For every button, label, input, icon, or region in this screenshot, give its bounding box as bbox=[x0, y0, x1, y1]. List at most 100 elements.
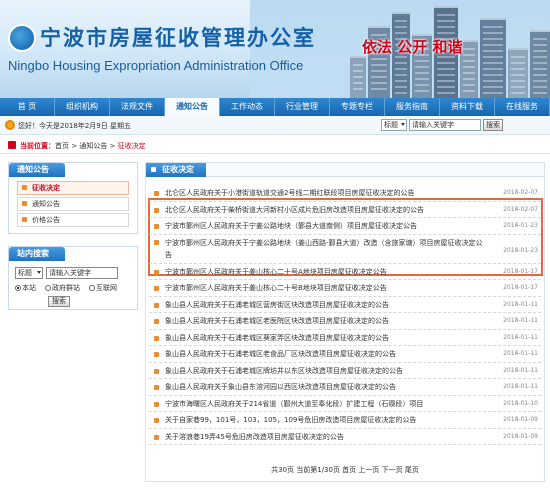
search-input[interactable]: 请输入关键字 bbox=[409, 119, 481, 131]
list-item[interactable]: 象山县人民政府关于石浦老城区营房街区块改造项目房屋征收决定的公告 2018-01-… bbox=[149, 297, 541, 313]
notice-date: 2018-01-11 bbox=[503, 350, 538, 357]
list-item[interactable]: 象山县人民政府关于石浦老城区老食品厂区块改造项目房屋征收决定的公告 2018-01… bbox=[149, 346, 541, 363]
notice-title-link[interactable]: 象山县人民政府关于石浦老城区老食品厂区块改造项目房屋征收决定的公告 bbox=[165, 346, 485, 362]
radio-this-site[interactable]: 本站 bbox=[15, 283, 36, 293]
notice-title-link[interactable]: 宁波市鄞州区人民政府关于宁姜公路地块（鄞县大道南侧）项目房屋征收决定公告 bbox=[165, 218, 485, 234]
notice-date: 2018-01-09 bbox=[503, 416, 538, 423]
radio-dot bbox=[45, 285, 51, 291]
breadcrumb-path[interactable]: 首页 > 通知公告 > bbox=[55, 142, 118, 150]
sidebar-item-price-notices[interactable]: 价格公告 bbox=[17, 213, 129, 227]
notice-title-link[interactable]: 宁波市鄞州区人民政府关于姜山核心二十号B地块项目房屋征收决定公告 bbox=[165, 280, 485, 296]
nav-organization[interactable]: 组织机构 bbox=[55, 98, 110, 116]
bullet-icon bbox=[154, 418, 159, 423]
sidebar-site-search: 站内搜索 标题 请输入关键字 本站 政府群站 互联网 搜索 bbox=[8, 246, 138, 310]
list-item[interactable]: 象山县人民政府关于象山县东溶河园以西区块改造项目房屋征收决定的公告 2018-01… bbox=[149, 379, 541, 396]
notice-date: 2018-01-10 bbox=[503, 399, 538, 407]
sidebar-item-expropriation-decision[interactable]: 征收决定 bbox=[17, 181, 129, 195]
pagination[interactable]: 共30页 当前第1/30页 首页 上一页 下一页 尾页 bbox=[146, 465, 544, 475]
notice-date: 2018-01-11 bbox=[503, 366, 538, 374]
notice-title-link[interactable]: 宁波市鄞州区人民政府关于姜山核心二十号A地块项目房屋征收决定公告 bbox=[165, 264, 485, 280]
site-search-title: 站内搜索 bbox=[9, 247, 65, 261]
radio-label: 本站 bbox=[22, 284, 36, 292]
radio-dot bbox=[15, 285, 21, 291]
list-item[interactable]: 象山县人民政府关于石浦老城区葵家弄区块改造项目房屋征收决定的公告 2018-01-… bbox=[149, 330, 541, 346]
list-item[interactable]: 北仑区人民政府关于柴桥街道大河新村小区成片危旧房改造项目房屋征收决定的公告 201… bbox=[149, 202, 541, 218]
site-search-input[interactable]: 请输入关键字 bbox=[46, 267, 118, 279]
bullet-icon bbox=[22, 185, 27, 190]
sidebar-notices-title: 通知公告 bbox=[9, 163, 65, 177]
notice-date: 2018-01-09 bbox=[503, 432, 538, 440]
nav-special-topics[interactable]: 专题专栏 bbox=[330, 98, 385, 116]
nav-industry[interactable]: 行业管理 bbox=[275, 98, 330, 116]
site-search-scope-value: 标题 bbox=[18, 269, 32, 277]
notice-date: 2018-01-17 bbox=[503, 267, 538, 275]
notice-title-link[interactable]: 关于自家巷99，101号，103，105，109号危旧房改造项目房屋征收决定的公… bbox=[165, 412, 485, 428]
chevron-down-icon bbox=[401, 123, 405, 126]
radio-internet[interactable]: 互联网 bbox=[89, 283, 117, 293]
nav-online-service[interactable]: 在线服务 bbox=[495, 98, 550, 116]
list-item[interactable]: 关于自家巷99，101号，103，105，109号危旧房改造项目房屋征收决定的公… bbox=[149, 412, 541, 429]
list-item[interactable]: 宁波市鄞州区人民政府关于姜山核心二十号A地块项目房屋征收决定公告 2018-01-… bbox=[149, 264, 541, 280]
radio-label: 互联网 bbox=[96, 284, 117, 292]
home-icon bbox=[8, 141, 16, 149]
list-item[interactable]: 宁波市鄞州区人民政府关于宁姜公路地块（鄞县大道南侧）项目房屋征收决定公告 2018… bbox=[149, 218, 541, 235]
skyline-building bbox=[350, 56, 366, 98]
sidebar-item-notices[interactable]: 通知公告 bbox=[17, 197, 129, 211]
sun-icon bbox=[5, 120, 15, 130]
notice-title-link[interactable]: 象山县人民政府关于象山县东溶河园以西区块改造项目房屋征收决定的公告 bbox=[165, 379, 485, 395]
header-banner: 宁波市房屋征收管理办公室 Ningbo Housing Expropriatio… bbox=[0, 0, 550, 98]
nav-service-guide[interactable]: 服务指南 bbox=[385, 98, 440, 116]
bullet-icon bbox=[154, 385, 159, 390]
nav-home[interactable]: 首 页 bbox=[0, 98, 55, 116]
bullet-icon bbox=[154, 434, 159, 440]
notice-list: 北仑区人民政府关于小港街道轨道交通2号线二期红联段项目房屋征收决定的公告 2018… bbox=[146, 177, 544, 445]
skyline-building bbox=[460, 40, 478, 98]
search-scope-select[interactable]: 标题 bbox=[381, 119, 407, 131]
list-item[interactable]: 宁波市鄞州区人民政府关于宁姜公路地块（姜山西路-鄞县大道）改造（含旅家塘）项目房… bbox=[149, 235, 541, 264]
notice-title-link[interactable]: 关于溶浪巷19弄45号危旧房改造项目房屋征收决定的公告 bbox=[165, 429, 485, 445]
skyline-building bbox=[480, 18, 506, 98]
bullet-icon bbox=[22, 201, 27, 206]
site-search-button[interactable]: 搜索 bbox=[48, 296, 70, 307]
date-text: 您好！今天是2018年2月9日 星期五 bbox=[18, 122, 131, 130]
notice-title-link[interactable]: 象山县人民政府关于石浦老城区老医院区块改造项目房屋征收决定的公告 bbox=[165, 313, 485, 329]
radio-gov-sites[interactable]: 政府群站 bbox=[45, 283, 80, 293]
notice-date: 2018-01-23 bbox=[503, 246, 538, 254]
skyline-building bbox=[530, 30, 550, 98]
bullet-icon bbox=[154, 401, 159, 407]
notice-title-link[interactable]: 象山县人民政府关于石浦老城区葵家弄区块改造项目房屋征收决定的公告 bbox=[165, 330, 485, 346]
notice-title-link[interactable]: 象山县人民政府关于石浦老城区营房街区块改造项目房屋征收决定的公告 bbox=[165, 297, 485, 313]
bullet-icon bbox=[154, 207, 159, 213]
bullet-icon bbox=[154, 191, 159, 196]
nav-downloads[interactable]: 资料下载 bbox=[440, 98, 495, 116]
notice-title-link[interactable]: 北仑区人民政府关于小港街道轨道交通2号线二期红联段项目房屋征收决定的公告 bbox=[165, 185, 485, 201]
search-button[interactable]: 搜索 bbox=[483, 119, 503, 131]
site-search-scope-select[interactable]: 标题 bbox=[15, 267, 43, 279]
notice-title-link[interactable]: 宁波市海曙区人民政府关于214省道（鄞州大道至奉化段）扩建工程（石碶段）项目 bbox=[165, 396, 485, 412]
list-item[interactable]: 宁波市鄞州区人民政府关于姜山核心二十号B地块项目房屋征收决定公告 2018-01-… bbox=[149, 280, 541, 297]
list-item[interactable]: 象山县人民政府关于石浦老城区牌坊井以东区块改造项目房屋征收决定的公告 2018-0… bbox=[149, 363, 541, 379]
notice-title-link[interactable]: 宁波市鄞州区人民政府关于宁姜公路地块（姜山西路-鄞县大道）改造（含旅家塘）项目房… bbox=[165, 237, 485, 261]
nav-notices[interactable]: 通知公告 bbox=[165, 98, 220, 116]
notice-title-link[interactable]: 北仑区人民政府关于柴桥街道大河新村小区成片危旧房改造项目房屋征收决定的公告 bbox=[165, 202, 485, 218]
skyline-building bbox=[508, 48, 528, 98]
list-item[interactable]: 象山县人民政府关于石浦老城区老医院区块改造项目房屋征收决定的公告 2018-01-… bbox=[149, 313, 541, 330]
notice-date: 2018-02-07 bbox=[503, 205, 538, 213]
notice-list-panel: 征收决定 北仑区人民政府关于小港街道轨道交通2号线二期红联段项目房屋征收决定的公… bbox=[145, 162, 545, 482]
bullet-icon bbox=[22, 217, 27, 222]
radio-dot bbox=[89, 285, 95, 291]
site-title: 宁波市房屋征收管理办公室 bbox=[40, 25, 316, 50]
site-title-english: Ningbo Housing Expropriation Administrat… bbox=[8, 58, 304, 73]
chevron-down-icon bbox=[37, 271, 41, 274]
list-item[interactable]: 宁波市海曙区人民政府关于214省道（鄞州大道至奉化段）扩建工程（石碶段）项目 20… bbox=[149, 396, 541, 412]
nav-work-news[interactable]: 工作动态 bbox=[220, 98, 275, 116]
site-slogan: 依法 公开 和谐 bbox=[362, 38, 463, 56]
notice-date: 2018-01-17 bbox=[503, 284, 538, 291]
list-item[interactable]: 北仑区人民政府关于小港街道轨道交通2号线二期红联段项目房屋征收决定的公告 2018… bbox=[149, 185, 541, 202]
bullet-icon bbox=[154, 302, 159, 308]
list-item[interactable]: 关于溶浪巷19弄45号危旧房改造项目房屋征收决定的公告 2018-01-09 bbox=[149, 429, 541, 445]
bullet-icon bbox=[154, 269, 159, 275]
nav-regulations[interactable]: 法规文件 bbox=[110, 98, 165, 116]
sidebar-item-label: 价格公告 bbox=[32, 216, 60, 224]
notice-title-link[interactable]: 象山县人民政府关于石浦老城区牌坊井以东区块改造项目房屋征收决定的公告 bbox=[165, 363, 485, 379]
